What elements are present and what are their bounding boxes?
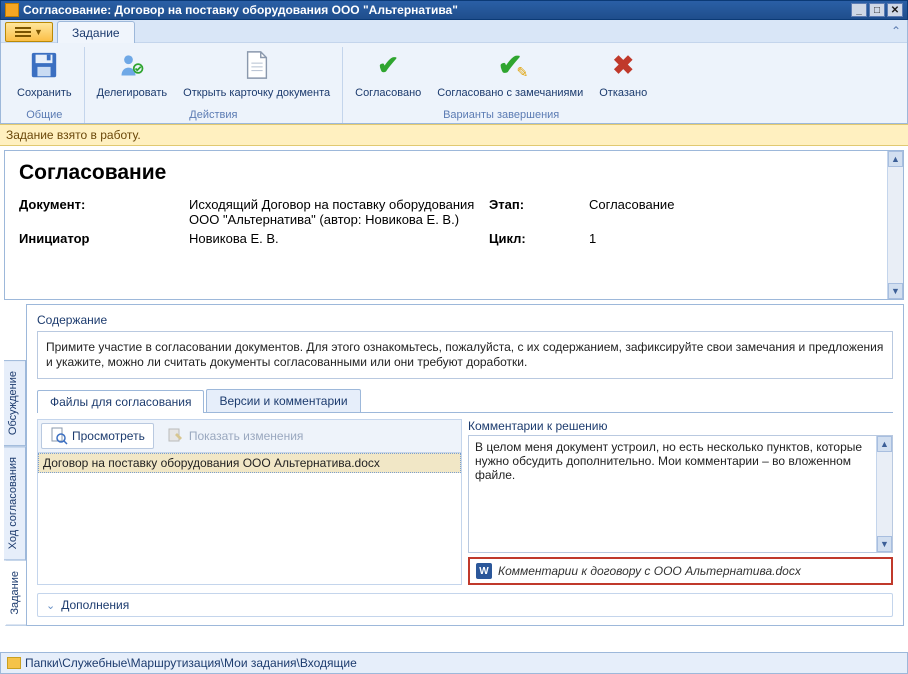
- hamburger-icon: [15, 27, 31, 37]
- page-title: Согласование: [19, 161, 889, 185]
- lower-panel-wrap: Задание Ход согласования Обсуждение Соде…: [4, 304, 904, 626]
- scroll-down-icon[interactable]: ▼: [877, 536, 892, 552]
- save-button[interactable]: Сохранить: [13, 47, 76, 107]
- addons-expander[interactable]: ⌄ Дополнения: [37, 593, 893, 617]
- window-title: Согласование: Договор на поставку оборуд…: [23, 3, 849, 17]
- rejected-button[interactable]: ✖ Отказано: [595, 47, 651, 107]
- attachment-name: Комментарии к договору с ООО Альтернатив…: [498, 564, 801, 578]
- maximize-button[interactable]: □: [869, 3, 885, 17]
- attachment-box[interactable]: W Комментарии к договору с ООО Альтернат…: [468, 557, 893, 585]
- open-card-label: Открыть карточку документа: [183, 81, 330, 105]
- files-column: Просмотреть Показать изменения Договор н…: [37, 419, 462, 585]
- save-icon: [28, 49, 60, 81]
- chevron-down-icon: ⌄: [46, 599, 55, 612]
- x-icon: ✖: [607, 49, 639, 81]
- cycle-label: Цикл:: [489, 231, 589, 246]
- htab-versions[interactable]: Версии и комментарии: [206, 389, 360, 412]
- comments-textarea[interactable]: В целом меня документ устроил, но есть н…: [468, 435, 893, 553]
- folder-icon: [7, 657, 21, 669]
- app-menu-button[interactable]: ▼: [5, 22, 53, 42]
- scroll-up-icon[interactable]: ▲: [877, 436, 892, 452]
- titlebar: Согласование: Договор на поставку оборуд…: [0, 0, 908, 20]
- doc-label: Документ:: [19, 197, 189, 227]
- horizontal-tabs: Файлы для согласования Версии и коммента…: [37, 389, 893, 413]
- collapse-ribbon-icon[interactable]: ⌃: [891, 24, 901, 38]
- approved-notes-button[interactable]: ✔ ✎ Согласовано с замечаниями: [433, 47, 587, 107]
- file-row[interactable]: Договор на поставку оборудования ООО Аль…: [38, 453, 461, 473]
- content-text: Примите участие в согласовании документо…: [37, 331, 893, 379]
- chevron-down-icon: ▼: [34, 27, 43, 37]
- cycle-value: 1: [589, 231, 596, 246]
- comments-column: Комментарии к решению В целом меня докум…: [468, 419, 893, 585]
- approved-label: Согласовано: [355, 81, 421, 105]
- app-icon: [5, 3, 19, 17]
- scroll-up-icon[interactable]: ▲: [888, 151, 903, 167]
- comments-text: В целом меня документ устроил, но есть н…: [475, 440, 862, 482]
- check-icon: ✔: [372, 49, 404, 81]
- word-icon: W: [476, 563, 492, 579]
- main-scrollbar[interactable]: ▲ ▼: [887, 151, 903, 299]
- ribbon: ▼ Задание ⌃ Сохранить Общие: [0, 20, 908, 124]
- comments-scrollbar[interactable]: ▲ ▼: [876, 436, 892, 552]
- addons-label: Дополнения: [61, 598, 129, 612]
- delegate-icon: [116, 49, 148, 81]
- scroll-down-icon[interactable]: ▼: [888, 283, 903, 299]
- initiator-value: Новикова Е. В.: [189, 231, 489, 246]
- show-changes-button: Показать изменения: [158, 423, 313, 449]
- approved-notes-label: Согласовано с замечаниями: [437, 81, 583, 105]
- vtab-task[interactable]: Задание: [5, 560, 27, 626]
- file-list[interactable]: Договор на поставку оборудования ООО Аль…: [37, 453, 462, 585]
- breadcrumb[interactable]: Папки\Служебные\Маршрутизация\Мои задани…: [25, 656, 357, 670]
- doc-value: Исходящий Договор на поставку оборудован…: [189, 197, 489, 227]
- tab-task[interactable]: Задание: [57, 21, 135, 43]
- ribbon-group-common: Сохранить Общие: [5, 47, 85, 123]
- document-icon: [241, 49, 273, 81]
- comments-label: Комментарии к решению: [468, 419, 893, 433]
- open-card-button[interactable]: Открыть карточку документа: [179, 47, 334, 107]
- htab-files[interactable]: Файлы для согласования: [37, 390, 204, 413]
- group-variants-label: Варианты завершения: [351, 107, 651, 121]
- breadcrumb-bar: Папки\Служебные\Маршрутизация\Мои задани…: [0, 652, 908, 674]
- view-button[interactable]: Просмотреть: [41, 423, 154, 449]
- content-label: Содержание: [37, 313, 893, 327]
- magnifier-icon: [50, 427, 68, 445]
- ribbon-group-actions: Делегировать Открыть карточку документа …: [85, 47, 343, 123]
- vtab-discuss[interactable]: Обсуждение: [4, 360, 26, 446]
- initiator-label: Инициатор: [19, 231, 189, 246]
- delegate-button[interactable]: Делегировать: [93, 47, 172, 107]
- changes-icon: [167, 427, 185, 445]
- delegate-label: Делегировать: [97, 81, 168, 105]
- file-toolbar: Просмотреть Показать изменения: [37, 419, 462, 453]
- rejected-label: Отказано: [599, 81, 647, 105]
- view-label: Просмотреть: [72, 429, 145, 443]
- status-bar: Задание взято в работу.: [0, 124, 908, 146]
- ribbon-body: Сохранить Общие Делегировать Открыть кар…: [1, 42, 907, 123]
- vtab-flow[interactable]: Ход согласования: [4, 446, 26, 560]
- ribbon-tabrow: ▼ Задание ⌃: [1, 20, 907, 42]
- check-pencil-icon: ✔ ✎: [494, 49, 526, 81]
- stage-value: Согласование: [589, 197, 674, 227]
- approved-button[interactable]: ✔ Согласовано: [351, 47, 425, 107]
- lower-panel: Содержание Примите участие в согласовани…: [26, 304, 904, 626]
- close-button[interactable]: ✕: [887, 3, 903, 17]
- main-card: Согласование Документ: Исходящий Договор…: [4, 150, 904, 300]
- stage-label: Этап:: [489, 197, 589, 227]
- group-common-label: Общие: [13, 107, 76, 121]
- show-changes-label: Показать изменения: [189, 429, 304, 443]
- minimize-button[interactable]: _: [851, 3, 867, 17]
- group-actions-label: Действия: [93, 107, 334, 121]
- vertical-tabs: Задание Ход согласования Обсуждение: [4, 304, 26, 626]
- files-row: Просмотреть Показать изменения Договор н…: [37, 419, 893, 585]
- save-label: Сохранить: [17, 81, 72, 105]
- ribbon-group-variants: ✔ Согласовано ✔ ✎ Согласовано с замечани…: [343, 47, 659, 123]
